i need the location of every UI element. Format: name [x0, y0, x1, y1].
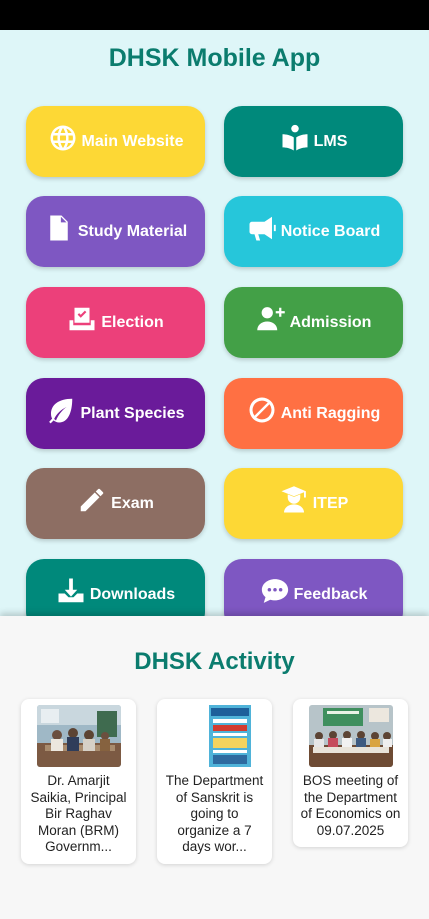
plant-species-label: Plant Species [80, 404, 185, 422]
lms-button[interactable]: LMS [224, 106, 403, 177]
notice-board-label: Notice Board [280, 222, 381, 240]
feedback-label: Feedback [293, 585, 368, 603]
downloads-label: Downloads [89, 585, 176, 603]
notice-board-button[interactable]: Notice Board [224, 196, 403, 267]
study-material-button[interactable]: Study Material [26, 196, 205, 267]
exam-button[interactable]: Exam [26, 468, 205, 539]
admission-button[interactable]: Admission [224, 287, 403, 358]
election-label: Election [101, 313, 164, 331]
feedback-button[interactable]: Feedback [224, 559, 403, 616]
home-screen: DHSK Mobile App Main Website LMS Study M… [0, 30, 429, 616]
graduate-icon [279, 485, 309, 515]
download-icon [56, 576, 86, 606]
leaf-icon [46, 395, 76, 425]
election-button[interactable]: Election [26, 287, 205, 358]
app-title: DHSK Mobile App [108, 44, 321, 72]
admission-label: Admission [289, 313, 372, 331]
activity-title: DHSK Activity [134, 648, 295, 675]
activity-caption: Dr. Amarjit Saikia, Principal Bir Raghav… [30, 773, 127, 854]
anti-ragging-button[interactable]: Anti Ragging [224, 378, 403, 449]
ballot-box-icon [67, 304, 97, 334]
activity-card[interactable]: BOS meeting of the Department of Economi… [293, 699, 408, 847]
main-website-label: Main Website [81, 132, 184, 150]
document-icon [44, 213, 74, 243]
activity-photo [308, 705, 393, 767]
plant-species-button[interactable]: Plant Species [26, 378, 205, 449]
activity-card[interactable]: Dr. Amarjit Saikia, Principal Bir Raghav… [21, 699, 136, 864]
main-website-button[interactable]: Main Website [26, 106, 205, 177]
itep-button[interactable]: ITEP [224, 468, 403, 539]
pencil-icon [77, 485, 107, 515]
anti-ragging-label: Anti Ragging [280, 404, 381, 422]
activity-caption: The Department of Sanskrit is going to o… [165, 773, 264, 854]
ban-icon [247, 395, 277, 425]
megaphone-icon [247, 213, 277, 243]
exam-label: Exam [111, 494, 154, 512]
status-bar [0, 0, 429, 30]
lms-label: LMS [313, 132, 348, 150]
study-material-label: Study Material [77, 222, 188, 240]
itep-label: ITEP [312, 494, 349, 512]
globe-icon [48, 123, 78, 153]
activity-caption: BOS meeting of the Department of Economi… [300, 773, 401, 838]
activity-poster [172, 705, 257, 767]
downloads-button[interactable]: Downloads [26, 559, 205, 616]
activity-sheet: DHSK Activity Dr. Amarjit Saikia, Princi… [0, 616, 429, 919]
chat-icon [260, 576, 290, 606]
user-plus-icon [256, 304, 286, 334]
book-reader-icon [280, 123, 310, 153]
activity-card[interactable]: The Department of Sanskrit is going to o… [157, 699, 272, 864]
activity-photo [36, 705, 121, 767]
